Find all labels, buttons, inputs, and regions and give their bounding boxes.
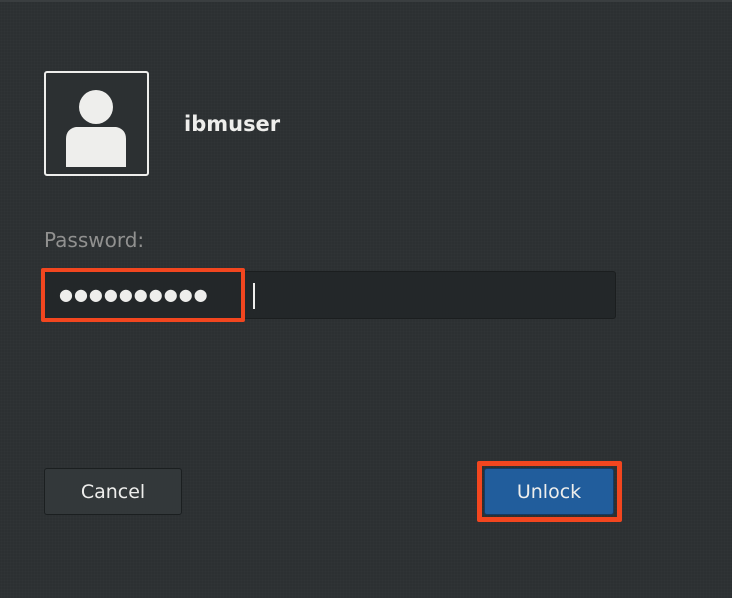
text-caret: [253, 283, 255, 309]
user-silhouette-icon: [66, 90, 126, 167]
password-label: Password:: [44, 228, 145, 252]
username-label: ibmuser: [184, 112, 281, 136]
password-masked-value: ●●●●●●●●●●: [59, 285, 209, 304]
cancel-button[interactable]: Cancel: [44, 468, 182, 515]
avatar: [44, 71, 149, 176]
dialog-top-edge: [0, 0, 732, 2]
unlock-dialog: ibmuser Password: ●●●●●●●●●● Cancel Unlo…: [0, 0, 732, 598]
password-field[interactable]: ●●●●●●●●●●: [44, 271, 616, 319]
unlock-button[interactable]: Unlock: [484, 468, 614, 515]
